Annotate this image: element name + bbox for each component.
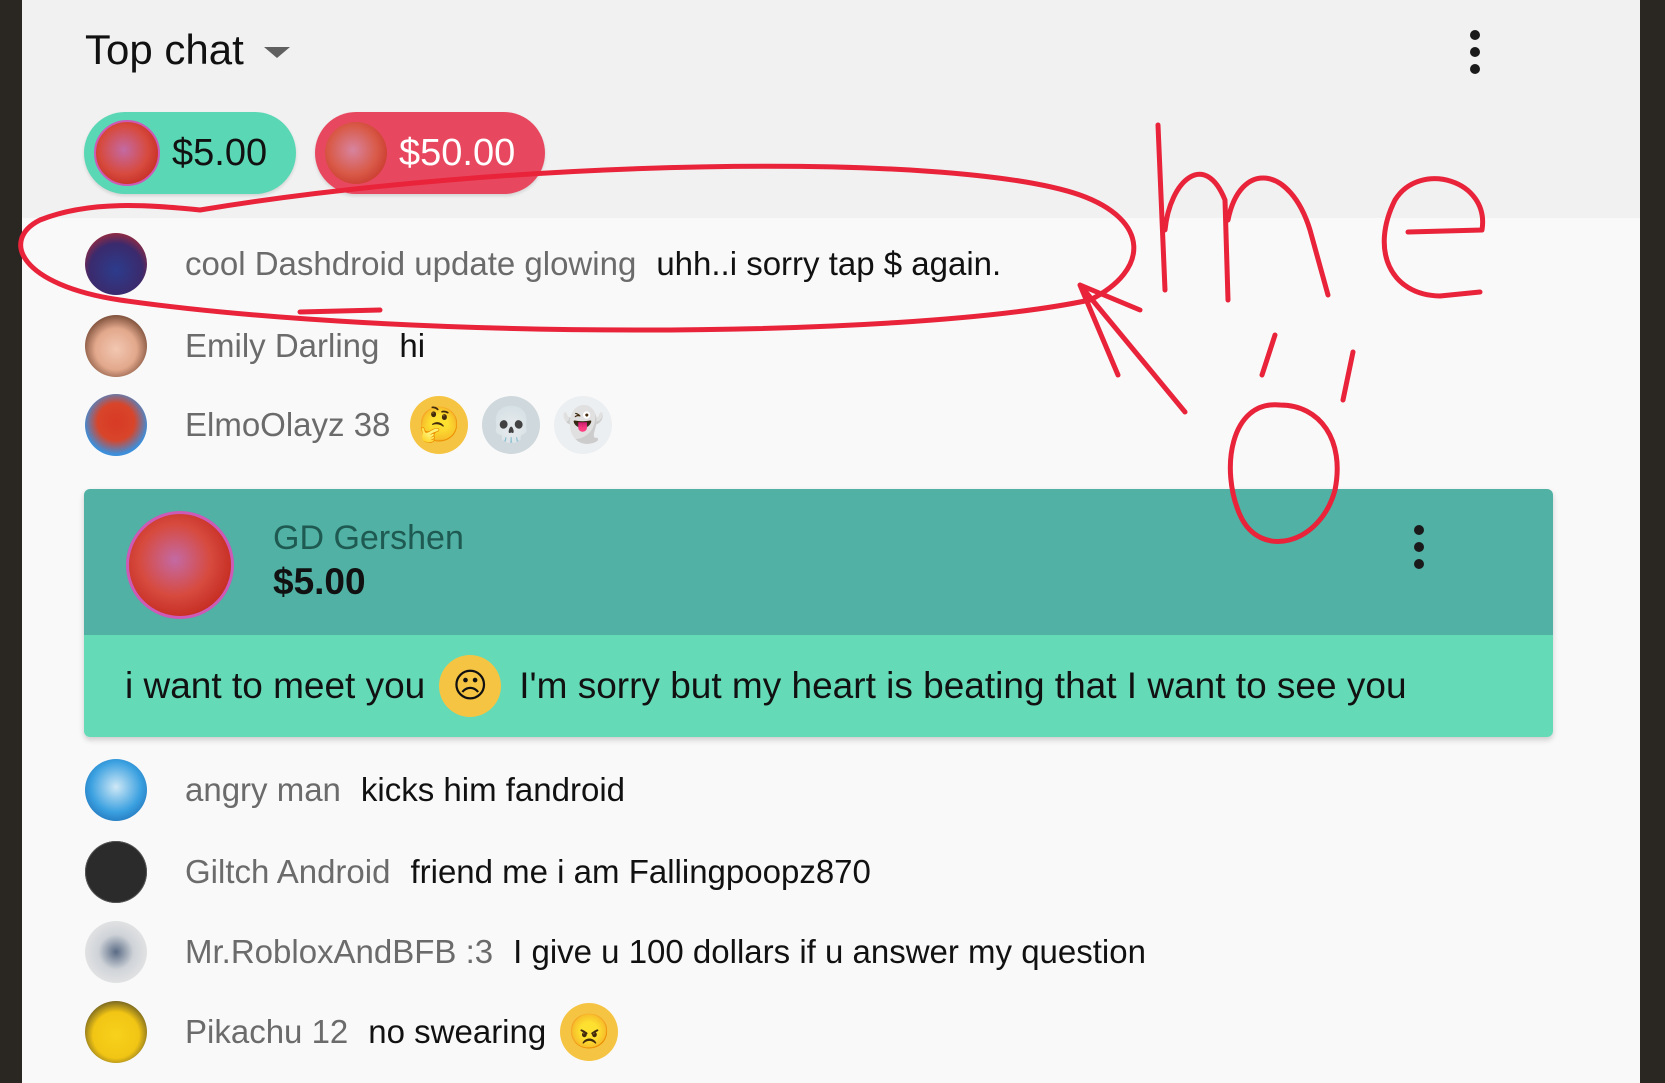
chat-message[interactable]: Pikachu 12 no swearing 😠 [85, 1000, 632, 1064]
super-chat-text: i want to meet you [125, 665, 426, 706]
message-text: uhh..i sorry tap $ again. [656, 245, 1002, 282]
message-text: I give u 100 dollars if u answer my ques… [513, 933, 1146, 970]
super-chat-amount: $5.00 [273, 561, 366, 602]
frowning-face-icon: ☹ [439, 655, 502, 717]
message-author[interactable]: Giltch Android [185, 853, 390, 891]
message-author[interactable]: cool Dashdroid update glowing [185, 245, 636, 283]
top-chat-dropdown[interactable]: Top chat [85, 26, 290, 74]
chat-message[interactable]: ElmoOlayz 38 🤔 💀 👻 [85, 393, 626, 457]
roblox-avatar [85, 921, 147, 983]
donor-avatar [126, 511, 234, 619]
dark-avatar [85, 841, 147, 903]
super-chat-message[interactable]: GD Gershen $5.00 i want to meet you ☹ I'… [84, 489, 1553, 737]
chip-amount: $50.00 [399, 131, 516, 174]
caret-down-icon [263, 46, 290, 58]
chat-header: Top chat $5.00 $50.00 [22, 0, 1640, 218]
message-text: kicks him fandroid [360, 771, 626, 808]
chat-message[interactable]: Giltch Android friend me i am Fallingpoo… [85, 840, 871, 904]
chat-message[interactable]: angry man kicks him fandroid [85, 758, 625, 822]
skull-icon: 💀 [482, 396, 541, 454]
chip-amount: $5.00 [172, 131, 268, 174]
chat-message[interactable]: Mr.RobloxAndBFB :3 I give u 100 dollars … [85, 920, 1146, 984]
ghost-icon: 👻 [554, 396, 613, 454]
chat-message[interactable]: cool Dashdroid update glowing uhh..i sor… [85, 232, 1001, 296]
thinking-face-icon: 🤔 [410, 396, 469, 454]
super-chat-author[interactable]: GD Gershen [273, 519, 464, 558]
super-chat-text: I'm sorry but my heart is beating that I… [519, 665, 1407, 706]
message-author[interactable]: angry man [185, 771, 341, 809]
more-options-icon[interactable] [1410, 521, 1428, 573]
message-text: friend me i am Fallingpoopz870 [410, 853, 871, 890]
message-author[interactable]: Pikachu 12 [185, 1013, 348, 1051]
girl-face-avatar [85, 315, 147, 377]
chat-mode-label: Top chat [85, 26, 244, 73]
super-chat-body: i want to meet you ☹ I'm sorry but my he… [84, 635, 1553, 737]
message-author[interactable]: Emily Darling [185, 327, 379, 365]
donor-avatar [325, 122, 387, 184]
super-chat-header: GD Gershen $5.00 [84, 489, 1553, 635]
robot-avatar [85, 233, 147, 295]
message-text: no swearing [368, 1013, 547, 1050]
message-text: hi [399, 327, 426, 364]
smurf-avatar [85, 759, 147, 821]
angry-face-icon: 😠 [560, 1003, 619, 1061]
donor-avatar [94, 120, 160, 186]
live-chat-panel: Top chat $5.00 $50.00 cool Dashdroid upd… [22, 0, 1640, 1083]
message-author[interactable]: Mr.RobloxAndBFB :3 [185, 933, 493, 971]
super-chat-ticker-chip[interactable]: $5.00 [84, 112, 296, 194]
super-chat-ticker-chip[interactable]: $50.00 [315, 112, 545, 194]
more-options-icon[interactable] [1466, 26, 1484, 78]
pikachu-avatar [85, 1001, 147, 1063]
elmo-avatar [85, 394, 147, 456]
chat-message[interactable]: Emily Darling hi [85, 314, 425, 378]
message-author[interactable]: ElmoOlayz 38 [185, 406, 390, 444]
